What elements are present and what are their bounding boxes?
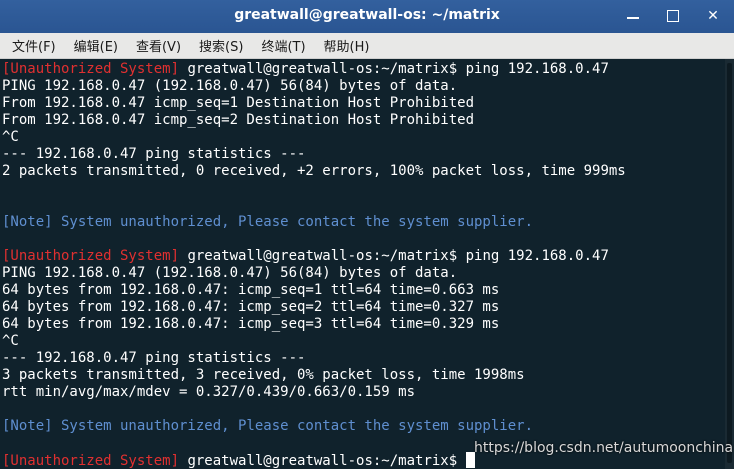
system-note: [Note] System unauthorized, Please conta… <box>2 214 534 230</box>
terminal-line: [Note] System unauthorized, Please conta… <box>2 418 725 435</box>
line-text: From 192.168.0.47 icmp_seq=1 Destination… <box>2 95 475 111</box>
line-text: ^C <box>2 129 19 145</box>
menu-file[interactable]: 文件(F) <box>12 36 56 55</box>
terminal-line: [Unauthorized System] greatwall@greatwal… <box>2 248 725 265</box>
close-icon: ✕ <box>707 8 719 24</box>
terminal-line: 2 packets transmitted, 0 received, +2 er… <box>2 163 725 180</box>
terminal-line: [Unauthorized System] greatwall@greatwal… <box>2 61 725 78</box>
terminal-line: ^C <box>2 129 725 146</box>
minimize-button[interactable] <box>622 5 644 27</box>
terminal-output[interactable]: [Unauthorized System] greatwall@greatwal… <box>0 59 725 469</box>
terminal-line: ^C <box>2 333 725 350</box>
terminal-line: --- 192.168.0.47 ping statistics --- <box>2 146 725 163</box>
line-text: 2 packets transmitted, 0 received, +2 er… <box>2 163 626 179</box>
line-text: 64 bytes from 192.168.0.47: icmp_seq=1 t… <box>2 282 500 298</box>
line-text: greatwall@greatwall-os:~/matrix$ ping 19… <box>179 61 609 77</box>
unauthorized-prefix: [Unauthorized System] <box>2 453 180 469</box>
terminal-line: From 192.168.0.47 icmp_seq=1 Destination… <box>2 95 725 112</box>
line-text: greatwall@greatwall-os:~/matrix$ <box>179 453 466 469</box>
menu-bar: 文件(F) 编辑(E) 查看(V) 搜索(S) 终端(T) 帮助(H) <box>0 33 734 59</box>
terminal-scrollbar[interactable] <box>725 59 734 469</box>
terminal-line: 64 bytes from 192.168.0.47: icmp_seq=1 t… <box>2 282 725 299</box>
maximize-button[interactable] <box>662 5 684 27</box>
window-titlebar[interactable]: greatwall@greatwall-os: ~/matrix ✕ <box>0 0 734 33</box>
terminal-line: 3 packets transmitted, 3 received, 0% pa… <box>2 367 725 384</box>
terminal-line: 64 bytes from 192.168.0.47: icmp_seq=3 t… <box>2 316 725 333</box>
line-text: PING 192.168.0.47 (192.168.0.47) 56(84) … <box>2 78 458 94</box>
line-text: From 192.168.0.47 icmp_seq=2 Destination… <box>2 112 475 128</box>
line-text: --- 192.168.0.47 ping statistics --- <box>2 350 306 366</box>
terminal-line: PING 192.168.0.47 (192.168.0.47) 56(84) … <box>2 265 725 282</box>
menu-search[interactable]: 搜索(S) <box>199 36 243 55</box>
menu-terminal[interactable]: 终端(T) <box>261 36 305 55</box>
line-text: ^C <box>2 333 19 349</box>
line-text: 3 packets transmitted, 3 received, 0% pa… <box>2 367 525 383</box>
line-text: 64 bytes from 192.168.0.47: icmp_seq=3 t… <box>2 316 500 332</box>
menu-help[interactable]: 帮助(H) <box>324 36 370 55</box>
menu-view[interactable]: 查看(V) <box>136 36 181 55</box>
system-note: [Note] System unauthorized, Please conta… <box>2 418 534 434</box>
line-text: --- 192.168.0.47 ping statistics --- <box>2 146 306 162</box>
close-button[interactable]: ✕ <box>702 5 724 27</box>
scrollbar-thumb[interactable] <box>727 63 732 463</box>
line-text: greatwall@greatwall-os:~/matrix$ ping 19… <box>179 248 609 264</box>
line-text: 64 bytes from 192.168.0.47: icmp_seq=2 t… <box>2 299 500 315</box>
menu-edit[interactable]: 编辑(E) <box>74 36 118 55</box>
unauthorized-prefix: [Unauthorized System] <box>2 61 180 77</box>
terminal-line: 64 bytes from 192.168.0.47: icmp_seq=2 t… <box>2 299 725 316</box>
maximize-icon <box>667 10 679 22</box>
terminal-line: --- 192.168.0.47 ping statistics --- <box>2 350 725 367</box>
terminal-line: rtt min/avg/max/mdev = 0.327/0.439/0.663… <box>2 384 725 401</box>
unauthorized-prefix: [Unauthorized System] <box>2 248 180 264</box>
terminal-line: PING 192.168.0.47 (192.168.0.47) 56(84) … <box>2 78 725 95</box>
minimize-icon <box>627 17 639 19</box>
terminal-line: From 192.168.0.47 icmp_seq=2 Destination… <box>2 112 725 129</box>
terminal-line: [Note] System unauthorized, Please conta… <box>2 214 725 231</box>
line-text: rtt min/avg/max/mdev = 0.327/0.439/0.663… <box>2 384 416 400</box>
watermark: https://blog.csdn.net/autumoonchina <box>474 440 734 456</box>
line-text: PING 192.168.0.47 (192.168.0.47) 56(84) … <box>2 265 458 281</box>
